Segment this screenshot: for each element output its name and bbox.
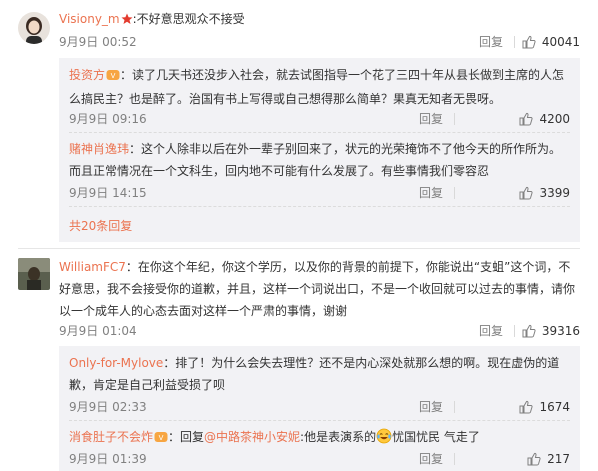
reply-meta: 9月9日 14:15 回复 3399 [69,184,570,202]
divider [454,453,455,465]
like-button[interactable]: 4200 [519,110,570,128]
reply-item: 消食肚子不会炸 V ：回复@中路茶神小安妮:他是表演系的 忧国忧民 气走了 9月9日 … [69,424,570,471]
comment-meta: 9月9日 00:52 回复 40041 [59,33,580,51]
divider [18,248,580,249]
reply-text-tail: 忧国忧民 气走了 [392,430,480,444]
comment-text: ：在你这个年纪，你这个学历，以及你的背景的前提下，你能说出“支蛆”这个词，不好意… [59,260,576,318]
reply-meta: 9月9日 01:39 回复 217 [69,450,570,468]
like-count: 217 [547,452,570,466]
like-button[interactable]: 217 [527,450,570,468]
reply-time: 9月9日 14:15 [69,186,147,200]
svg-text:V: V [159,434,164,442]
divider [454,113,455,125]
reply-button[interactable]: 回复 [479,33,503,51]
vip-badge-icon: V [106,66,120,88]
comment-text: :不好意思观众不接受 [132,12,245,26]
thumbs-up-icon [519,400,534,414]
divider [454,401,455,413]
reply-text: ：这个人除非以后在外一辈子别回来了，状元的光荣掩饰不了他今天的所作所为。而且正常… [69,142,562,178]
reply-time: 9月9日 09:16 [69,112,147,126]
reply-text: :他是表演系的 [300,430,377,444]
reply-meta: 9月9日 09:16 回复 4200 [69,110,570,128]
like-count: 40041 [541,35,580,49]
reply-username[interactable]: 消食肚子不会炸 [69,430,153,444]
reply-item: 投资方 V ：读了几天书还没步入社会，就去试图指导一个花了三四十年从县长做到主席的人… [69,62,570,130]
comment-meta: 9月9日 01:04 回复 39316 [59,322,580,340]
vip-badge-icon: V [154,428,168,450]
avatar-image [18,12,50,44]
divider [454,187,455,199]
reply-time: 9月9日 01:39 [69,452,147,466]
comment-time: 9月9日 01:04 [59,324,137,338]
reply-text-prefix: ：回复 [168,430,205,444]
reply-time: 9月9日 02:33 [69,400,147,414]
like-button[interactable]: 1674 [519,398,570,416]
reply-item: Only-for-Mylove：排了！为什么会失去理性？还不是内心深处就那么想的… [69,350,570,418]
more-replies-link[interactable]: 共20条回复 [69,217,132,234]
comment-item: WilliamFC7：在你这个年纪，你这个学历，以及你的背景的前提下，你能说出“… [0,250,598,471]
reply-text-line: Only-for-Mylove：排了！为什么会失去理性？还不是内心深处就那么想的… [69,352,570,396]
comment-username[interactable]: Visiony_m [59,12,120,26]
divider [514,325,515,337]
avatar-image [18,258,50,290]
reply-username[interactable]: Only-for-Mylove [69,356,163,370]
reply-button[interactable]: 回复 [419,110,443,128]
like-count: 4200 [539,112,570,126]
comment-text-line: Visiony_m :不好意思观众不接受 [59,8,580,32]
thumbs-up-icon [527,452,541,466]
laughing-tears-emoji-icon [376,428,392,451]
reply-item: 赌神肖逸玮：这个人除非以后在外一辈子别回来了，状元的光荣掩饰不了他今天的所作所为… [69,136,570,204]
comment-username[interactable]: WilliamFC7 [59,260,126,274]
like-button[interactable]: 39316 [522,322,580,340]
reply-button[interactable]: 回复 [479,322,503,340]
reply-username[interactable]: 投资方 [69,68,105,82]
reply-text-line: 赌神肖逸玮：这个人除非以后在外一辈子别回来了，状元的光荣掩饰不了他今天的所作所为… [69,138,570,182]
like-button[interactable]: 3399 [519,184,570,202]
reply-button[interactable]: 回复 [419,398,443,416]
reply-text-line: 投资方 V ：读了几天书还没步入社会，就去试图指导一个花了三四十年从县长做到主席的人… [69,64,570,110]
divider [69,132,570,133]
reply-list: 投资方 V ：读了几天书还没步入社会，就去试图指导一个花了三四十年从县长做到主席的人… [59,58,580,242]
thumbs-up-icon [519,112,534,126]
like-count: 1674 [539,400,570,414]
divider [514,36,515,48]
svg-text:V: V [111,72,116,80]
like-count: 39316 [541,324,580,338]
avatar[interactable] [18,258,50,290]
thumbs-up-icon [519,186,534,200]
thumbs-up-icon [522,324,536,338]
vip-badge-icon [121,10,133,32]
reply-username[interactable]: 赌神肖逸玮 [69,142,129,156]
comment-text-line: WilliamFC7：在你这个年纪，你这个学历，以及你的背景的前提下，你能说出“… [59,256,580,322]
mention-link[interactable]: @中路茶神小安妮 [204,430,300,444]
comment-time: 9月9日 00:52 [59,35,137,49]
like-count: 3399 [539,186,570,200]
reply-text: ：读了几天书还没步入社会，就去试图指导一个花了三四十年从县长做到主席的人怎么搞民… [69,68,565,106]
like-button[interactable]: 40041 [522,33,580,51]
divider [69,420,570,421]
reply-text-line: 消食肚子不会炸 V ：回复@中路茶神小安妮:他是表演系的 忧国忧民 气走了 [69,426,570,451]
reply-meta: 9月9日 02:33 回复 1674 [69,398,570,416]
reply-button[interactable]: 回复 [419,450,443,468]
divider [69,206,570,207]
thumbs-up-icon [522,35,536,49]
reply-button[interactable]: 回复 [419,184,443,202]
avatar[interactable] [18,12,50,44]
comment-item: Visiony_m:不好意思观众不接受 9月9日 00:52 回复 40041 … [0,0,598,250]
reply-list: Only-for-Mylove：排了！为什么会失去理性？还不是内心深处就那么想的… [59,346,580,471]
